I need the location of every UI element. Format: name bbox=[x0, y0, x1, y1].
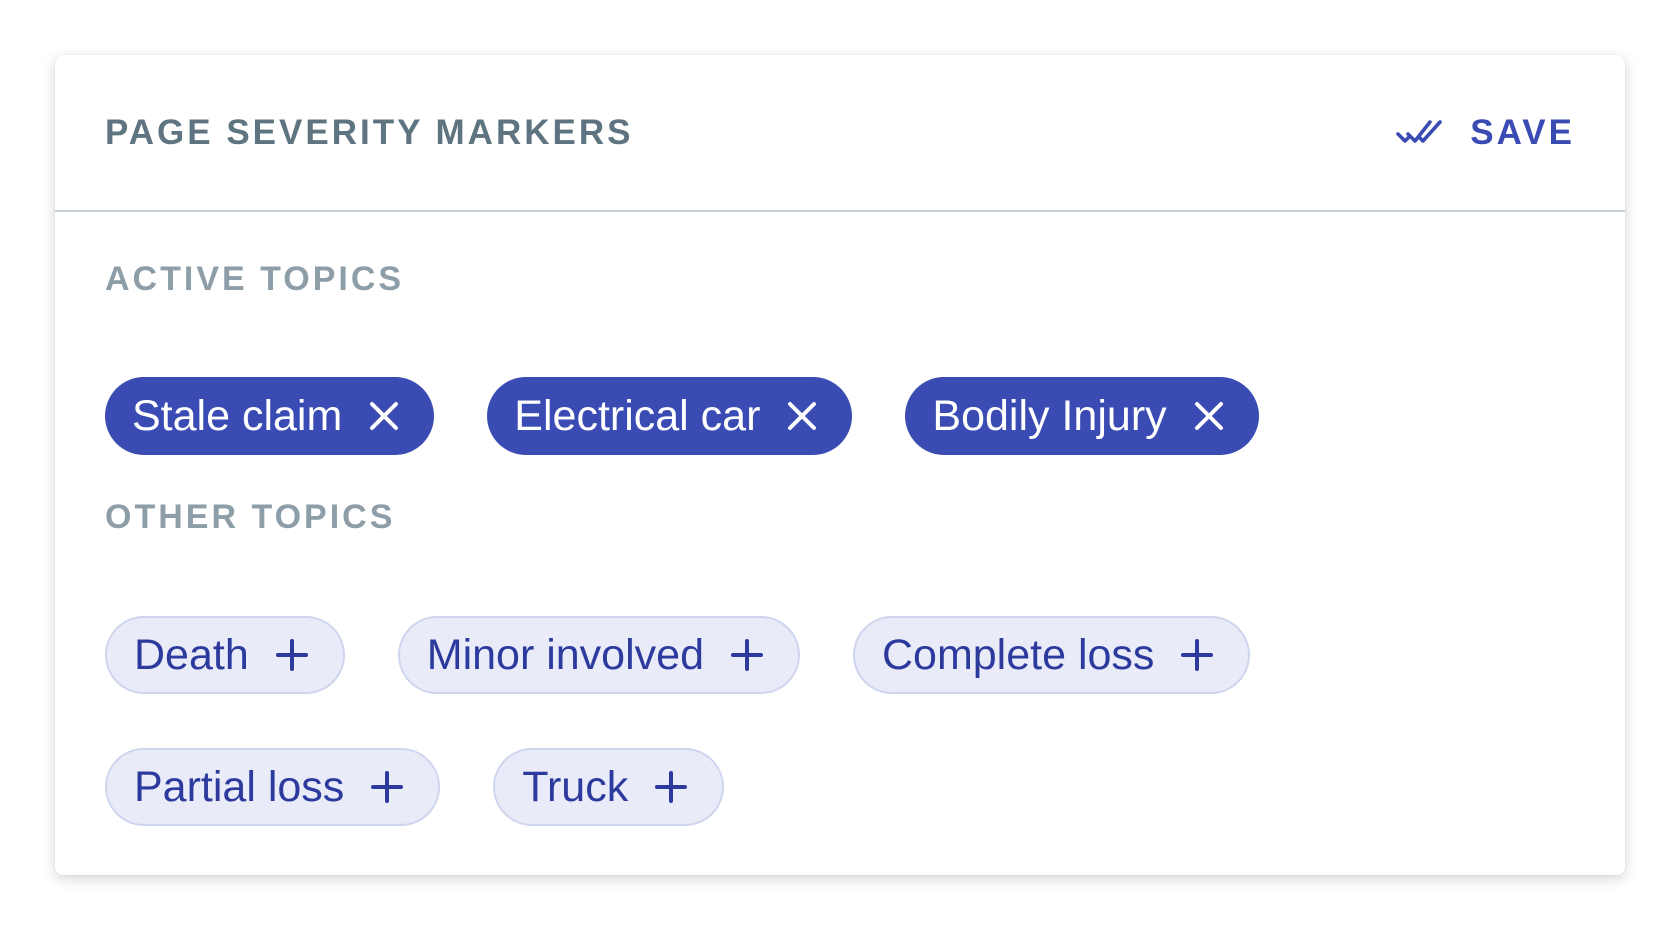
close-icon[interactable] bbox=[1193, 400, 1225, 432]
chip-label: Stale claim bbox=[132, 391, 343, 440]
chip-label: Bodily Injury bbox=[932, 391, 1167, 440]
plus-icon[interactable] bbox=[370, 770, 404, 804]
other-topic-chip-partial-loss[interactable]: Partial loss bbox=[105, 748, 441, 826]
other-topic-chip-death[interactable]: Death bbox=[105, 616, 345, 694]
other-topic-chip-minor-involved[interactable]: Minor involved bbox=[397, 616, 800, 694]
active-topics-label: ACTIVE TOPICS bbox=[105, 260, 405, 298]
close-icon[interactable] bbox=[786, 400, 818, 432]
chip-label: Partial loss bbox=[134, 762, 345, 811]
double-check-icon bbox=[1396, 118, 1444, 148]
card-title: PAGE SEVERITY MARKERS bbox=[105, 112, 634, 152]
chip-label: Truck bbox=[522, 762, 629, 811]
save-label: SAVE bbox=[1470, 112, 1575, 152]
other-topics-label: OTHER TOPICS bbox=[105, 498, 396, 536]
chip-label: Electrical car bbox=[514, 391, 761, 440]
active-topic-chip-stale-claim[interactable]: Stale claim bbox=[105, 377, 435, 455]
plus-icon[interactable] bbox=[1180, 638, 1214, 672]
chip-label: Minor involved bbox=[426, 630, 704, 679]
active-topic-chip-electrical-car[interactable]: Electrical car bbox=[487, 377, 853, 455]
save-button[interactable]: SAVE bbox=[1396, 113, 1575, 153]
other-topics-list-row-2: Partial loss Truck bbox=[105, 748, 725, 826]
other-topic-chip-complete-loss[interactable]: Complete loss bbox=[852, 616, 1251, 694]
chip-label: Death bbox=[134, 630, 249, 679]
active-topic-chip-bodily-injury[interactable]: Bodily Injury bbox=[905, 377, 1259, 455]
chip-label: Complete loss bbox=[881, 630, 1155, 679]
plus-icon[interactable] bbox=[654, 770, 688, 804]
plus-icon[interactable] bbox=[275, 638, 309, 672]
close-icon[interactable] bbox=[368, 400, 400, 432]
plus-icon[interactable] bbox=[730, 638, 764, 672]
severity-markers-card: PAGE SEVERITY MARKERS SAVE ACTIVE TOPICS… bbox=[55, 55, 1625, 875]
other-topic-chip-truck[interactable]: Truck bbox=[493, 748, 725, 826]
other-topics-list: Death Minor involved Complete loss bbox=[105, 616, 1251, 694]
active-topics-list: Stale claim Electrical car Bodily Injury bbox=[105, 377, 1259, 455]
card-header: PAGE SEVERITY MARKERS SAVE bbox=[55, 55, 1625, 212]
